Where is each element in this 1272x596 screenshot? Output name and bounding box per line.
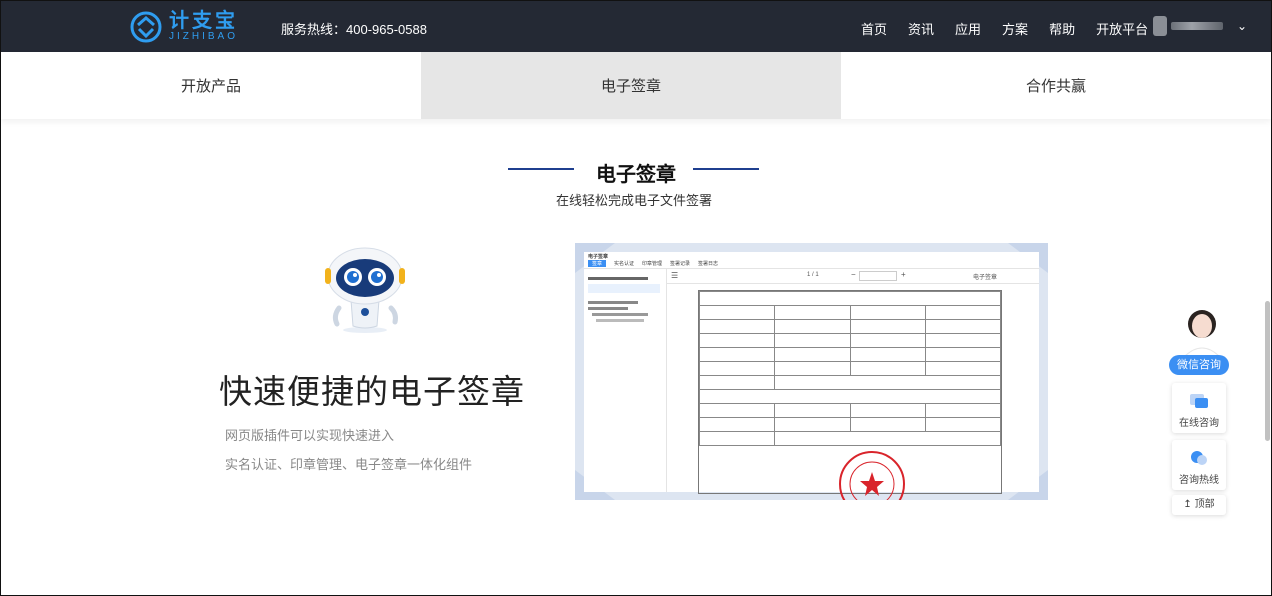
nav-help[interactable]: 帮助 xyxy=(1049,19,1075,38)
robot-mascot-icon xyxy=(325,247,405,333)
section-subtitle: 在线轻松完成电子文件签署 xyxy=(555,193,712,208)
app-tab-logs[interactable]: 签署日志 xyxy=(698,260,718,267)
zoom-select[interactable] xyxy=(859,271,897,281)
app-tabs: 电子签章 签章 实名认证 印章管理 签署记录 签署日志 xyxy=(584,252,1039,269)
red-seal-icon xyxy=(839,451,905,500)
back-to-top-label: 顶部 xyxy=(1194,499,1215,510)
contract-document xyxy=(698,290,1002,500)
nav-news[interactable]: 资讯 xyxy=(908,19,934,38)
wechat-consult-button[interactable]: 微信咨询 xyxy=(1169,355,1229,375)
contract-table xyxy=(698,291,1002,446)
online-consult-label: 在线咨询 xyxy=(1179,418,1219,429)
signing-app-window: 电子签章 签章 实名认证 印章管理 签署记录 签署日志 ☰ 1 / 1 − + … xyxy=(584,252,1039,500)
nav-apps[interactable]: 应用 xyxy=(955,19,981,38)
feature-desc-2: 实名认证、印章管理、电子签章一体化组件 xyxy=(225,457,473,472)
hotline-text: 服务热线：400-965-0588 xyxy=(281,22,427,37)
user-menu[interactable]: ⌄ xyxy=(1153,16,1247,36)
arrow-up-icon: ↥ xyxy=(1183,499,1192,510)
zoom-out-icon[interactable]: − xyxy=(851,270,856,279)
app-tab-records[interactable]: 签署记录 xyxy=(670,260,690,267)
logo-name-cn: 计支宝 xyxy=(169,10,238,32)
logo[interactable]: 计支宝 JIZHIBAO xyxy=(129,10,238,44)
app-title: 电子签章 xyxy=(588,254,609,260)
app-toolbar: ☰ 1 / 1 − + 电子签章 xyxy=(667,269,1039,284)
logo-name-en: JIZHIBAO xyxy=(169,31,239,42)
menu-icon[interactable]: ☰ xyxy=(671,271,678,280)
customer-service-avatar-icon xyxy=(1184,310,1220,356)
tab-open-products[interactable]: 开放产品 xyxy=(1,52,421,119)
app-sidebar xyxy=(584,269,667,492)
main-nav: 首页 资讯 应用 方案 帮助 开放平台 xyxy=(861,19,1169,38)
product-tabs: 开放产品 电子签章 合作共赢 xyxy=(1,52,1271,119)
sign-button[interactable]: 电子签章 xyxy=(973,272,997,281)
online-consult-button[interactable]: 在线咨询 xyxy=(1172,383,1226,433)
avatar xyxy=(1153,16,1167,36)
page-frame: 计支宝 JIZHIBAO 服务热线：400-965-0588 首页 资讯 应用 … xyxy=(0,0,1272,596)
tab-e-signature[interactable]: 电子签章 xyxy=(421,52,841,119)
consult-hotline-label: 咨询热线 xyxy=(1179,475,1219,486)
feature-desc-1: 网页版插件可以实现快速进入 xyxy=(225,428,395,443)
back-to-top-button[interactable]: ↥ 顶部 xyxy=(1172,495,1226,515)
chat-icon xyxy=(1190,394,1208,408)
feature-title: 快速便捷的电子签章 xyxy=(219,373,525,410)
zoom-in-icon[interactable]: + xyxy=(901,270,906,279)
nav-solutions[interactable]: 方案 xyxy=(1002,19,1028,38)
tab-cooperation[interactable]: 合作共赢 xyxy=(841,52,1271,119)
user-name-blurred xyxy=(1171,22,1223,30)
app-tab-realname[interactable]: 实名认证 xyxy=(614,260,634,267)
consult-hotline-button[interactable]: 咨询热线 xyxy=(1172,440,1226,490)
logo-icon xyxy=(130,11,162,43)
top-navbar: 计支宝 JIZHIBAO 服务热线：400-965-0588 首页 资讯 应用 … xyxy=(1,1,1271,52)
nav-open-platform[interactable]: 开放平台 xyxy=(1096,19,1148,38)
app-tab-sign[interactable]: 签章 xyxy=(588,260,607,267)
page-scrollbar[interactable] xyxy=(1265,301,1270,441)
product-screenshot: 电子签章 签章 实名认证 印章管理 签署记录 签署日志 ☰ 1 / 1 − + … xyxy=(575,243,1048,500)
nav-home[interactable]: 首页 xyxy=(861,19,887,38)
chevron-down-icon[interactable]: ⌄ xyxy=(1237,19,1247,33)
page-indicator: 1 / 1 xyxy=(807,272,819,278)
section-title: 电子签章 xyxy=(596,164,676,186)
phone-icon xyxy=(1191,451,1207,465)
app-tab-seal[interactable]: 印章管理 xyxy=(642,260,662,267)
